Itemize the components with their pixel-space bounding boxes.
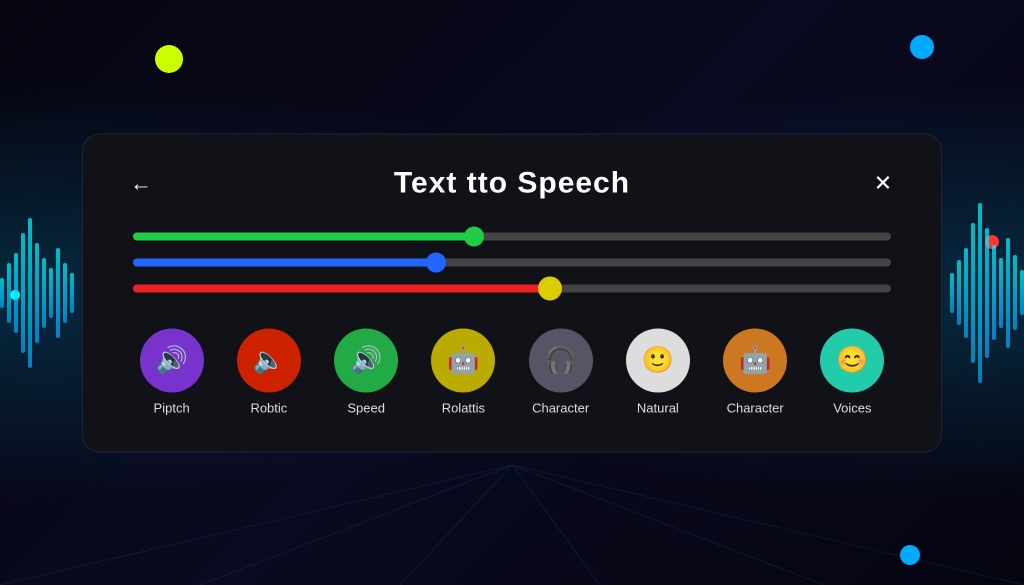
character1-option[interactable]: 🎧 Character <box>529 328 593 415</box>
pitch-symbol: 🔊 <box>155 345 187 376</box>
waveform-right <box>950 193 1024 393</box>
rolattis-symbol: 🤖 <box>447 345 479 376</box>
speed-fill <box>133 284 550 292</box>
robotic-circle: 🔈 <box>237 328 301 392</box>
speed-option[interactable]: 🔊 Speed <box>334 328 398 415</box>
speed-thumb[interactable] <box>538 276 562 300</box>
header: ← Text tto Speech ✕ <box>123 166 901 200</box>
character2-option[interactable]: 🤖 Character <box>723 328 787 415</box>
character1-label: Character <box>532 400 589 415</box>
robotic-fill <box>133 258 436 266</box>
voices-circle: 😊 <box>820 328 884 392</box>
pitch-thumb[interactable] <box>464 226 484 246</box>
main-card: ← Text tto Speech ✕ <box>82 133 942 452</box>
natural-option[interactable]: 🙂 Natural <box>626 328 690 415</box>
robotic-slider[interactable] <box>133 258 891 266</box>
page-title: Text tto Speech <box>394 166 630 200</box>
voices-symbol: 😊 <box>836 345 868 376</box>
pitch-slider[interactable] <box>133 232 891 240</box>
rolattis-circle: 🤖 <box>431 328 495 392</box>
rolattis-label: Rolattis <box>442 400 485 415</box>
character2-symbol: 🤖 <box>739 345 771 376</box>
pitch-fill <box>133 232 474 240</box>
robotic-thumb[interactable] <box>426 252 446 272</box>
character2-label: Character <box>727 400 784 415</box>
character1-symbol: 🎧 <box>544 345 576 376</box>
character2-circle: 🤖 <box>723 328 787 392</box>
robotic-label: Robtic <box>250 400 287 415</box>
natural-symbol: 🙂 <box>642 345 674 376</box>
speed-symbol: 🔊 <box>350 345 382 376</box>
pitch-circle: 🔊 <box>140 328 204 392</box>
speed-circle: 🔊 <box>334 328 398 392</box>
character1-circle: 🎧 <box>529 328 593 392</box>
rolattis-option[interactable]: 🤖 Rolattis <box>431 328 495 415</box>
dot-2 <box>910 35 934 59</box>
robotic-option[interactable]: 🔈 Robtic <box>237 328 301 415</box>
sliders-section <box>123 232 901 292</box>
natural-label: Natural <box>637 400 679 415</box>
dot-4 <box>900 545 920 565</box>
speed-slider[interactable] <box>133 284 891 292</box>
close-button[interactable]: ✕ <box>865 170 901 196</box>
robotic-symbol: 🔈 <box>253 345 285 376</box>
robotic-slider-row <box>133 258 891 266</box>
natural-circle: 🙂 <box>626 328 690 392</box>
speed-slider-row <box>133 284 891 292</box>
speed-label: Speed <box>347 400 385 415</box>
voices-option[interactable]: 😊 Voices <box>820 328 884 415</box>
pitch-option[interactable]: 🔊 Piptch <box>140 328 204 415</box>
waveform-left <box>0 193 74 393</box>
voices-label: Voices <box>833 400 871 415</box>
road-lines <box>0 465 1024 585</box>
back-button[interactable]: ← <box>123 170 159 196</box>
pitch-label: Piptch <box>154 400 190 415</box>
icons-row: 🔊 Piptch 🔈 Robtic 🔊 Speed 🤖 Rolattis 🎧 <box>123 328 901 415</box>
dot-1 <box>155 45 183 73</box>
pitch-slider-row <box>133 232 891 240</box>
